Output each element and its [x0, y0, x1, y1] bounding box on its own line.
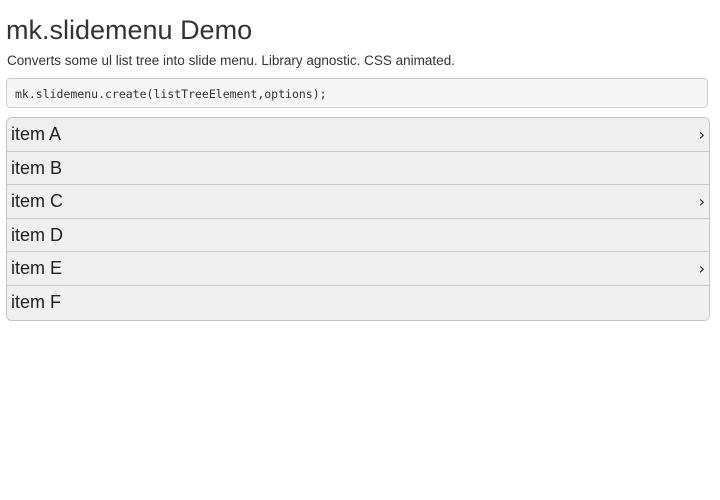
menu-item-d[interactable]: item D: [7, 218, 709, 253]
code-snippet: mk.slidemenu.create(listTreeElement,opti…: [6, 78, 708, 108]
menu-item-label: item B: [11, 157, 63, 178]
menu-item-b[interactable]: item B: [7, 151, 709, 186]
page-title: mk.slidemenu Demo: [6, 15, 253, 45]
slide-menu: item A › item B item C › item D item E ›…: [6, 117, 710, 321]
menu-item-c[interactable]: item C ›: [7, 185, 709, 219]
menu-item-e[interactable]: item E ›: [7, 252, 709, 286]
menu-item-f[interactable]: item F: [7, 285, 709, 320]
page-description: Converts some ul list tree into slide me…: [7, 53, 455, 68]
menu-item-label: item F: [11, 291, 62, 312]
chevron-right-icon: ›: [698, 259, 705, 279]
chevron-right-icon: ›: [698, 125, 705, 144]
menu-item-label: item A: [11, 124, 62, 144]
menu-item-a[interactable]: item A ›: [7, 118, 709, 152]
menu-item-label: item E: [11, 258, 63, 279]
page: mk.slidemenu Demo Converts some ul list …: [0, 0, 720, 500]
chevron-right-icon: ›: [698, 192, 705, 212]
menu-item-label: item D: [11, 224, 64, 245]
menu-item-label: item C: [11, 191, 64, 212]
